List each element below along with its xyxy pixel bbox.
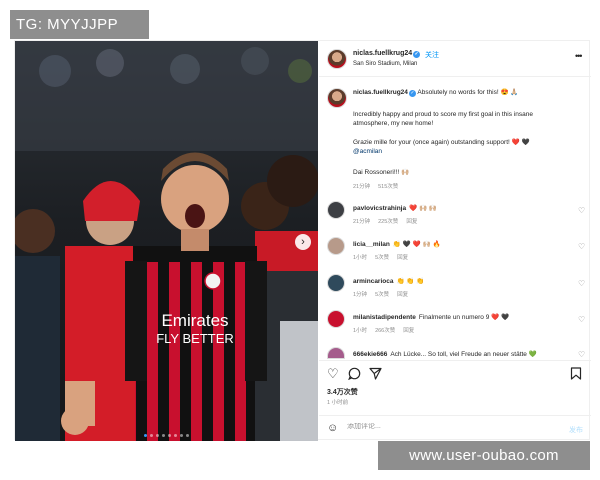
avatar[interactable] [327, 201, 345, 219]
heart-icon[interactable]: ♡ [578, 350, 585, 359]
reply-button[interactable]: 回复 [397, 292, 408, 298]
comment-icon[interactable] [348, 367, 361, 383]
comment-text: armincarioca 👏 👏 👏 [353, 278, 425, 285]
caption-likes[interactable]: 515次赞 [378, 184, 398, 190]
like-count[interactable]: 3.4万次赞 [327, 387, 358, 397]
author-username[interactable]: niclas.fuellkrug24 ✓ [353, 50, 421, 58]
caption-text: Grazie mille for your (once again) outst… [353, 139, 530, 146]
caption-text: Incredibly happy and proud to score my f… [353, 111, 533, 118]
comment-username[interactable]: pavlovicstrahinja [353, 205, 406, 212]
follow-button[interactable]: 关注 [425, 50, 439, 60]
comment-username[interactable]: licia__milan [353, 241, 390, 248]
caption-text: Dai Rossoneri!!! 🙌🏼 [353, 169, 410, 176]
carousel-dot [168, 434, 171, 437]
comment-meta: 21分钟 225次赞 回复 [353, 219, 418, 225]
carousel-indicator [15, 434, 318, 437]
verified-badge-icon: ✓ [408, 90, 416, 97]
caption-first-line: niclas.fuellkrug24 ✓ Absolutely no words … [353, 88, 583, 97]
carousel-dot [174, 434, 177, 437]
carousel-dot-active [144, 434, 147, 437]
carousel-dot [186, 434, 189, 437]
comment-username[interactable]: armincarioca [353, 278, 393, 285]
carousel-dot [156, 434, 159, 437]
verified-badge-icon: ✓ [413, 51, 421, 58]
post-photo[interactable]: Emirates FLY BETTER › [15, 41, 318, 441]
caption-time: 21分钟 [353, 184, 371, 190]
comment-text: milanistadipendente Finalmente un numero … [353, 314, 510, 321]
comment-text: pavlovicstrahinja ❤️ 🙌🏼 🙌🏼 [353, 205, 438, 212]
comment-text: 666ekie666 Ach Lücke... So toll, viel Fre… [353, 351, 537, 358]
post-sidebar: niclas.fuellkrug24 ✓ 关注 San Siro Stadium,… [319, 41, 591, 441]
chevron-right-icon[interactable]: › [295, 234, 311, 250]
avatar[interactable] [327, 274, 345, 292]
comment-username[interactable]: 666ekie666 [353, 351, 387, 358]
watermark-top: TG: MYYJJPP [10, 10, 149, 39]
heart-icon[interactable]: ♡ [327, 367, 339, 381]
carousel-dot [150, 434, 153, 437]
reply-button[interactable]: 回复 [406, 219, 417, 225]
instagram-post-card: Emirates FLY BETTER › niclas.fuellkrug24… [14, 40, 591, 441]
caption-text: Absolutely no words for this! 😍 🙏🏼 [417, 89, 519, 96]
post-comment-button[interactable]: 发布 [569, 425, 583, 435]
comment-composer: ☺ 发布 [319, 415, 591, 441]
emoji-icon[interactable]: ☺ [327, 422, 338, 434]
avatar[interactable] [327, 49, 347, 69]
jersey-sponsor-subtext: FLY BETTER [156, 331, 234, 346]
add-comment-input[interactable] [347, 423, 537, 430]
heart-icon[interactable]: ♡ [578, 315, 585, 324]
screenshot-stage: Emirates FLY BETTER › niclas.fuellkrug24… [0, 0, 600, 480]
comment-meta: 1分钟 5次赞 回复 [353, 292, 409, 298]
more-options-icon[interactable]: ••• [575, 51, 583, 61]
heart-icon[interactable]: ♡ [578, 206, 585, 215]
comment-meta: 1小时 5次赞 回复 [353, 255, 409, 261]
avatar[interactable] [327, 310, 345, 328]
mention-link[interactable]: @acmilan [353, 147, 583, 156]
caption-text: atmosphere, my new home! [353, 120, 434, 127]
caption-meta: 21分钟 515次赞 [353, 182, 406, 190]
caption-avatar[interactable] [327, 88, 347, 108]
comment-text: licia__milan 👏 🖤 ❤️ 🙌🏼 🔥 [353, 241, 441, 248]
carousel-dot [180, 434, 183, 437]
caption-username[interactable]: niclas.fuellkrug24 [353, 89, 408, 96]
comment-username[interactable]: milanistadipendente [353, 314, 416, 321]
share-icon[interactable] [369, 367, 382, 383]
celebration-photo: Emirates FLY BETTER [15, 41, 318, 441]
jersey-sponsor-text: Emirates [161, 311, 228, 330]
post-time-ago: 1 小时前 [327, 400, 349, 406]
avatar[interactable] [327, 237, 345, 255]
bookmark-icon[interactable] [570, 367, 582, 383]
heart-icon[interactable]: ♡ [578, 242, 585, 251]
comment-meta: 1小时 266次赞 回复 [353, 328, 415, 334]
avatar[interactable] [327, 347, 345, 359]
action-bar: ♡ [319, 360, 591, 388]
carousel-dot [162, 434, 165, 437]
reply-button[interactable]: 回复 [403, 328, 414, 334]
heart-icon[interactable]: ♡ [578, 279, 585, 288]
watermark-bottom: www.user-oubao.com [378, 441, 590, 470]
reply-button[interactable]: 回复 [397, 255, 408, 261]
post-header: niclas.fuellkrug24 ✓ 关注 San Siro Stadium,… [319, 41, 591, 77]
location-link[interactable]: San Siro Stadium, Milan [353, 61, 417, 67]
